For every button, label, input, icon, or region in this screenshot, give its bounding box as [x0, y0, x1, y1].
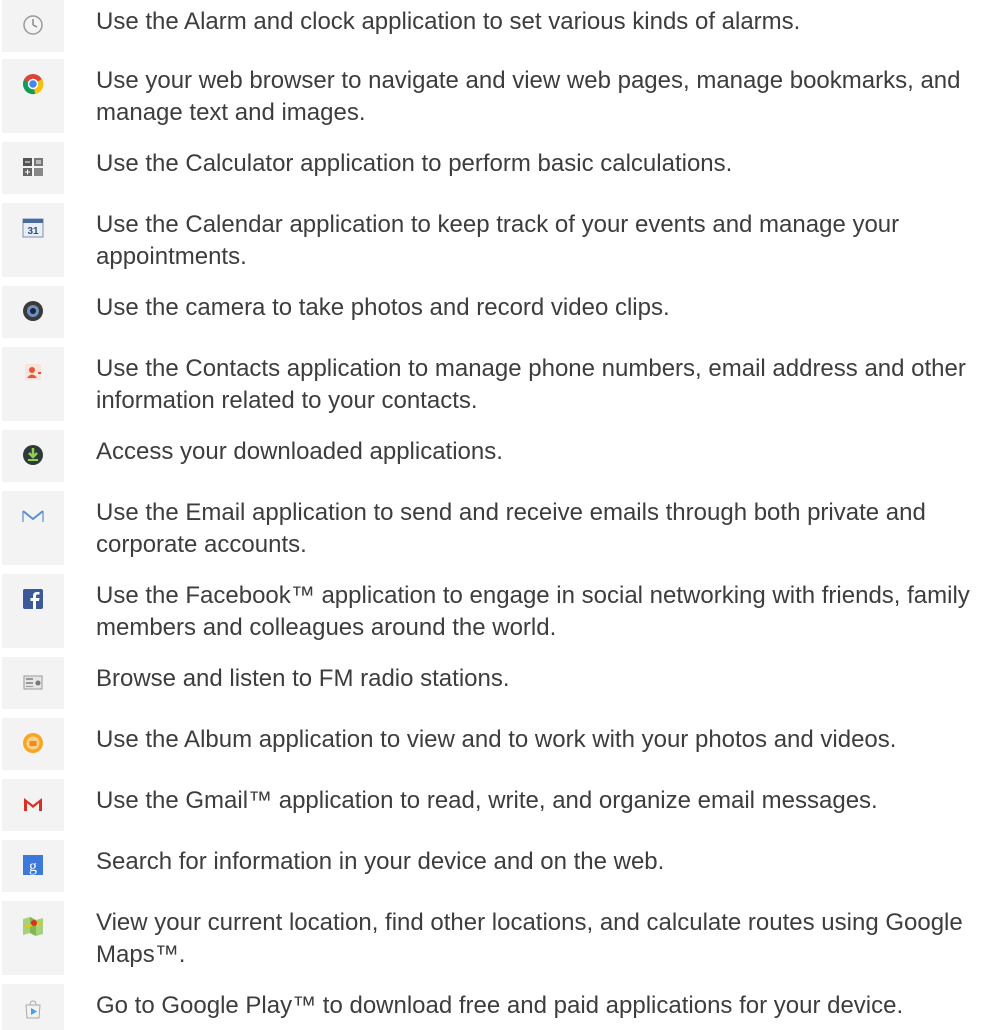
icon-cell	[2, 779, 64, 831]
row-description: Go to Google Play™ to download free and …	[96, 992, 904, 1019]
icon-cell: 31	[2, 203, 64, 277]
row-description: Browse and listen to FM radio stations.	[96, 665, 510, 692]
album-icon	[22, 732, 44, 754]
icon-cell	[2, 142, 64, 194]
row-description: Use the Calculator application to perfor…	[96, 150, 733, 177]
svg-text:g: g	[29, 858, 37, 875]
gmail-icon	[22, 793, 44, 815]
icon-cell	[2, 718, 64, 770]
row-description: Use the Email application to send and re…	[96, 499, 926, 558]
calculator-icon	[22, 156, 44, 178]
row-description: Use the camera to take photos and record…	[96, 294, 670, 321]
row-description: Use the Contacts application to manage p…	[96, 355, 966, 414]
icon-cell	[2, 59, 64, 133]
row-description: Use the Alarm and clock application to s…	[96, 8, 801, 35]
alarm-clock-icon	[22, 14, 44, 36]
icon-cell	[2, 430, 64, 482]
row-description: Access your downloaded applications.	[96, 438, 503, 465]
web-browser-icon	[22, 73, 44, 95]
icon-cell	[2, 901, 64, 975]
google-maps-icon	[22, 915, 44, 937]
row-description: Search for information in your device an…	[96, 848, 665, 875]
icon-cell	[2, 286, 64, 338]
calendar-icon: 31	[22, 217, 44, 239]
icon-cell	[2, 574, 64, 648]
row-description: Use the Calendar application to keep tra…	[96, 211, 900, 270]
google-play-icon	[22, 998, 44, 1020]
contacts-icon	[22, 361, 44, 383]
icon-cell	[2, 984, 64, 1030]
icon-cell	[2, 491, 64, 565]
row-description: Use the Gmail™ application to read, writ…	[96, 787, 878, 814]
icon-cell	[2, 347, 64, 421]
row-description: Use your web browser to navigate and vie…	[96, 67, 961, 126]
calendar-icon-label: 31	[27, 226, 39, 237]
fm-radio-icon	[22, 671, 44, 693]
google-search-icon: g	[22, 854, 44, 876]
icon-cell	[2, 0, 64, 52]
row-description: Use the Album application to view and to…	[96, 726, 897, 753]
facebook-icon	[22, 588, 44, 610]
camera-icon	[22, 300, 44, 322]
row-description: Use the Facebook™ application to engage …	[96, 582, 970, 641]
email-icon	[22, 505, 44, 527]
icon-cell	[2, 657, 64, 709]
icon-cell: g	[2, 840, 64, 892]
downloads-icon	[22, 444, 44, 466]
row-description: View your current location, find other l…	[96, 909, 963, 968]
